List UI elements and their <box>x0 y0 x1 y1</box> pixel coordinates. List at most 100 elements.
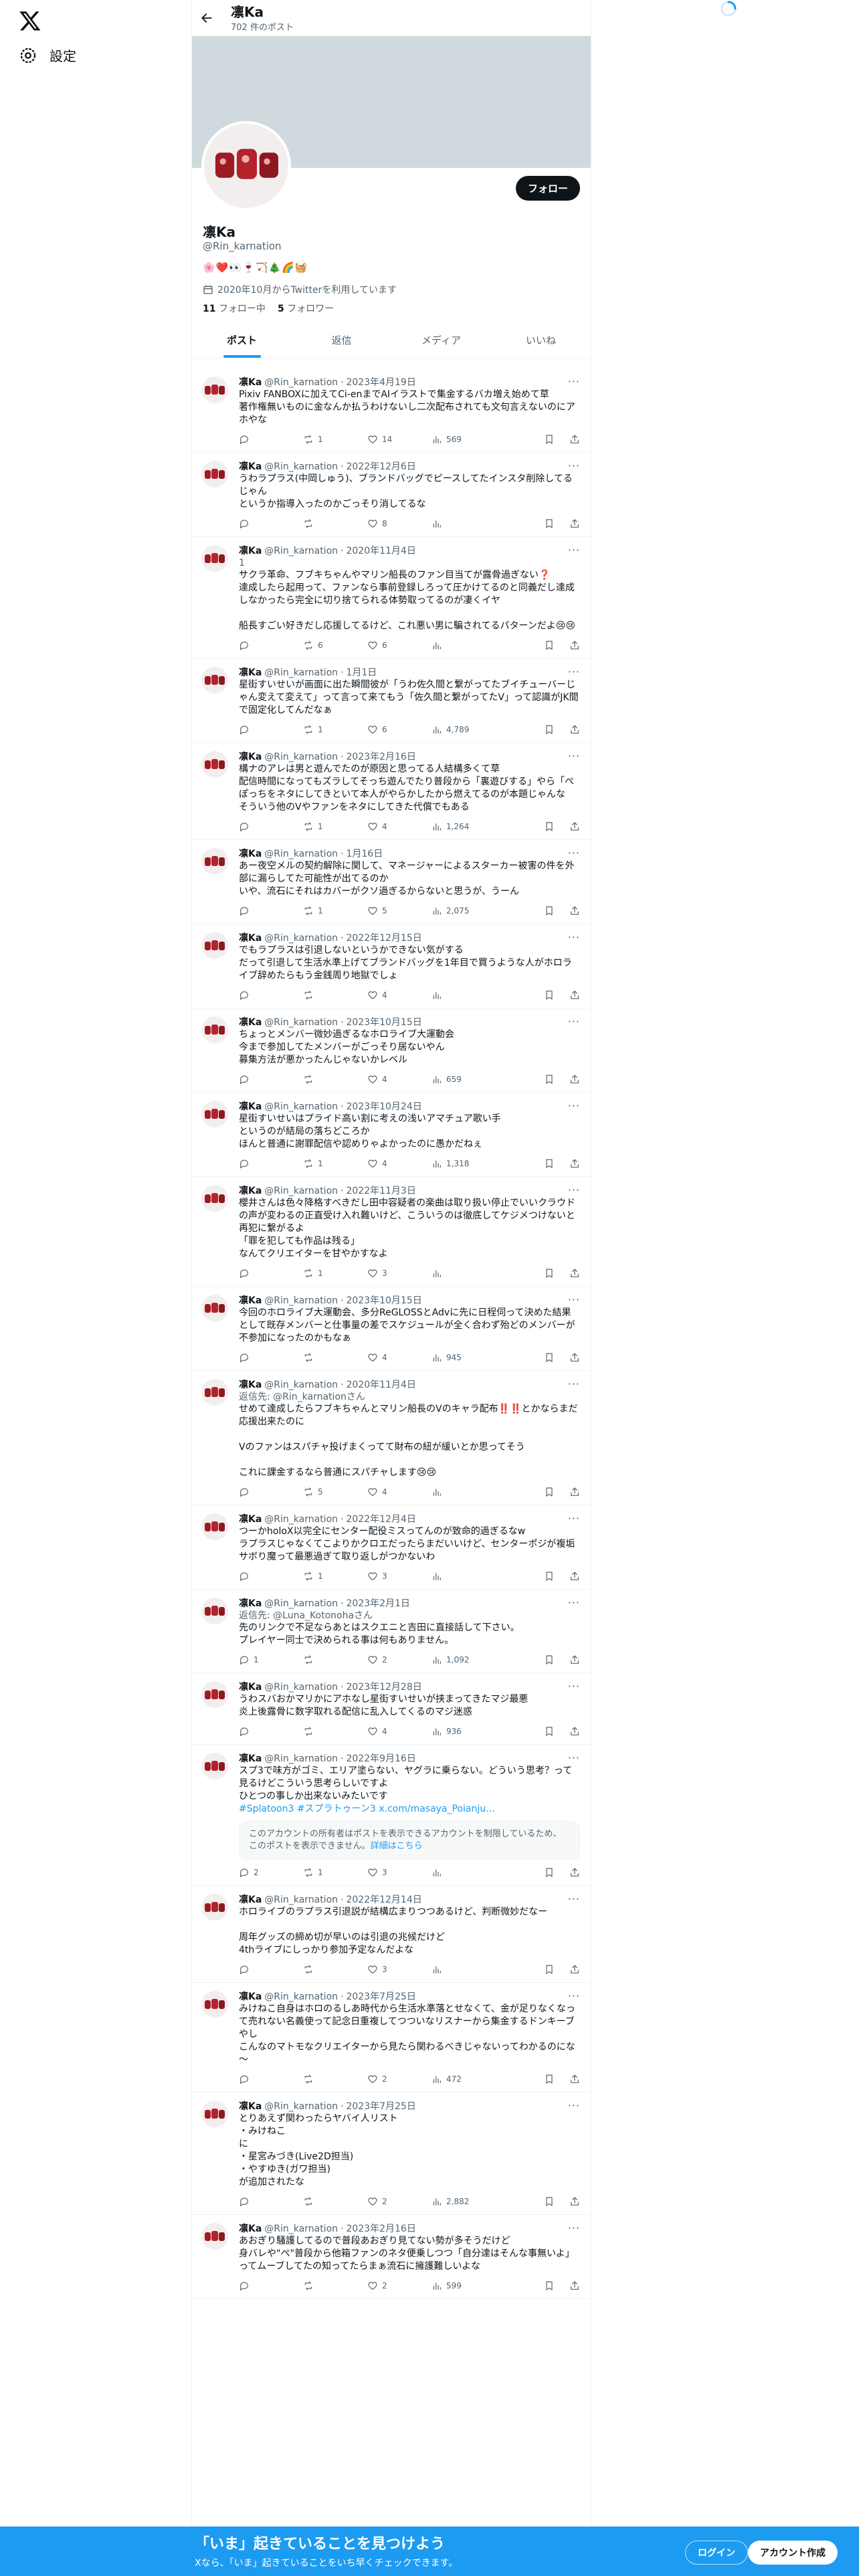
tweet-date[interactable]: 1月1日 <box>346 667 377 679</box>
tweet-avatar[interactable] <box>201 377 228 403</box>
reply-button[interactable] <box>239 1487 303 1497</box>
bookmark-icon[interactable] <box>544 434 555 445</box>
follow-button[interactable]: フォロー <box>515 176 580 201</box>
share-icon[interactable] <box>569 1654 580 1665</box>
tweet-author-name[interactable]: 凛Ka <box>239 2223 262 2235</box>
share-icon[interactable] <box>569 434 580 445</box>
share-icon[interactable] <box>569 2280 580 2291</box>
tweet-avatar[interactable] <box>201 1753 228 1780</box>
share-icon[interactable] <box>569 1571 580 1582</box>
like-button[interactable]: 2 <box>367 2280 432 2291</box>
share-icon[interactable] <box>569 1352 580 1363</box>
views-button[interactable]: 1,092 <box>432 1654 496 1665</box>
more-options-icon[interactable]: ··· <box>568 847 580 859</box>
retweet-button[interactable] <box>303 1352 367 1363</box>
reply-button[interactable] <box>239 821 303 832</box>
tweet-avatar[interactable] <box>201 1379 228 1406</box>
tweet-date[interactable]: 2023年2月16日 <box>346 751 415 763</box>
tweet[interactable]: ··· 凛Ka @Rin_karnation · 2023年2月16日 あおぎり騒護してる… <box>192 2215 591 2299</box>
login-button[interactable]: ログイン <box>685 2541 748 2565</box>
tweet-link[interactable]: #Splatoon3 #スプラトゥーン3 x.com/masaya_Poianj… <box>239 1803 580 1816</box>
views-button[interactable] <box>432 1867 496 1878</box>
tweet-author-name[interactable]: 凛Ka <box>239 1513 262 1525</box>
reply-button[interactable] <box>239 1158 303 1169</box>
tweet-avatar[interactable] <box>201 848 228 875</box>
tweet-author-handle[interactable]: @Rin_karnation <box>264 1379 338 1391</box>
tweet[interactable]: ··· 凛Ka @Rin_karnation · 2023年12月28日 うわスバおかマリ… <box>192 1673 591 1745</box>
tweet-avatar[interactable] <box>201 932 228 959</box>
views-button[interactable]: 936 <box>432 1726 496 1737</box>
tweet-date[interactable]: 2022年12月6日 <box>346 461 415 473</box>
tweet-author-name[interactable]: 凛Ka <box>239 848 262 860</box>
reply-button[interactable] <box>239 990 303 1000</box>
reply-button[interactable] <box>239 518 303 529</box>
tweet[interactable]: ··· 凛Ka @Rin_karnation · 2022年11月3日 櫻井さんは色々降格… <box>192 1177 591 1287</box>
tweet[interactable]: ··· 凛Ka @Rin_karnation · 2023年7月25日 みけねこ自身はホロ… <box>192 1983 591 2092</box>
signup-button[interactable]: アカウント作成 <box>748 2541 838 2565</box>
tweet-author-name[interactable]: 凛Ka <box>239 1991 262 2003</box>
tweet-author-handle[interactable]: @Rin_karnation <box>264 1681 338 1693</box>
reply-button[interactable]: 1 <box>239 1654 303 1665</box>
tweet-author-handle[interactable]: @Rin_karnation <box>264 1295 338 1307</box>
more-options-icon[interactable]: ··· <box>568 1184 580 1196</box>
bookmark-icon[interactable] <box>544 724 555 735</box>
tweet-author-name[interactable]: 凛Ka <box>239 1185 262 1197</box>
more-options-icon[interactable]: ··· <box>568 1293 580 1306</box>
reply-button[interactable] <box>239 1074 303 1085</box>
tweet-date[interactable]: 2023年12月28日 <box>346 1681 421 1693</box>
tweet-author-name[interactable]: 凛Ka <box>239 1016 262 1029</box>
tweet-avatar[interactable] <box>201 1185 228 1212</box>
tweet-author-handle[interactable]: @Rin_karnation <box>264 377 338 389</box>
tweet-avatar[interactable] <box>201 2223 228 2250</box>
retweet-button[interactable] <box>303 990 367 1000</box>
tweet-date[interactable]: 2022年11月3日 <box>346 1185 415 1197</box>
tweet-avatar[interactable] <box>201 1295 228 1321</box>
tweet-avatar[interactable] <box>201 1681 228 1708</box>
tweet-author-name[interactable]: 凛Ka <box>239 1295 262 1307</box>
like-button[interactable]: 2 <box>367 1654 432 1665</box>
tab-likes[interactable]: いいね <box>491 322 591 358</box>
like-button[interactable]: 3 <box>367 1571 432 1582</box>
reply-button[interactable] <box>239 434 303 445</box>
tweet-avatar[interactable] <box>201 1894 228 1921</box>
share-icon[interactable] <box>569 2196 580 2207</box>
tweet-author-handle[interactable]: @Rin_karnation <box>264 1513 338 1525</box>
profile-avatar[interactable] <box>201 121 291 211</box>
bookmark-icon[interactable] <box>544 1487 555 1497</box>
more-options-icon[interactable]: ··· <box>568 1990 580 2002</box>
tweet-date[interactable]: 2023年10月15日 <box>346 1016 421 1029</box>
like-button[interactable]: 6 <box>367 640 432 651</box>
views-button[interactable] <box>432 1964 496 1975</box>
more-options-icon[interactable]: ··· <box>568 1751 580 1764</box>
reply-button[interactable] <box>239 2196 303 2207</box>
tweet-date[interactable]: 1月16日 <box>346 848 383 860</box>
tweet-date[interactable]: 2023年7月25日 <box>346 2101 415 2113</box>
views-button[interactable]: 599 <box>432 2280 496 2291</box>
like-button[interactable]: 8 <box>367 518 432 529</box>
more-options-icon[interactable]: ··· <box>568 750 580 762</box>
retweet-button[interactable]: 1 <box>303 1867 367 1878</box>
like-button[interactable]: 4 <box>367 1726 432 1737</box>
following-link[interactable]: 11 フォロー中 <box>203 302 266 315</box>
bookmark-icon[interactable] <box>544 1352 555 1363</box>
retweet-button[interactable]: 1 <box>303 724 367 735</box>
tweet-author-handle[interactable]: @Rin_karnation <box>264 1016 338 1029</box>
back-arrow-icon[interactable] <box>200 11 213 25</box>
retweet-button[interactable]: 5 <box>303 1487 367 1497</box>
tab-media[interactable]: メディア <box>391 322 491 358</box>
tweet-author-name[interactable]: 凛Ka <box>239 461 262 473</box>
views-button[interactable] <box>432 640 496 651</box>
retweet-button[interactable] <box>303 2074 367 2084</box>
retweet-button[interactable] <box>303 1654 367 1665</box>
more-options-icon[interactable]: ··· <box>568 1015 580 1028</box>
retweet-button[interactable] <box>303 1726 367 1737</box>
tweet-date[interactable]: 2022年9月16日 <box>346 1753 415 1765</box>
more-options-icon[interactable]: ··· <box>568 1680 580 1693</box>
views-button[interactable]: 4,789 <box>432 724 496 735</box>
tweet[interactable]: ··· 凛Ka @Rin_karnation · 2023年10月15日 今回のホロライブ… <box>192 1287 591 1371</box>
bookmark-icon[interactable] <box>544 990 555 1000</box>
bookmark-icon[interactable] <box>544 821 555 832</box>
tweet-author-handle[interactable]: @Rin_karnation <box>264 545 338 557</box>
tweet-avatar[interactable] <box>201 1598 228 1624</box>
more-options-icon[interactable]: ··· <box>568 665 580 678</box>
